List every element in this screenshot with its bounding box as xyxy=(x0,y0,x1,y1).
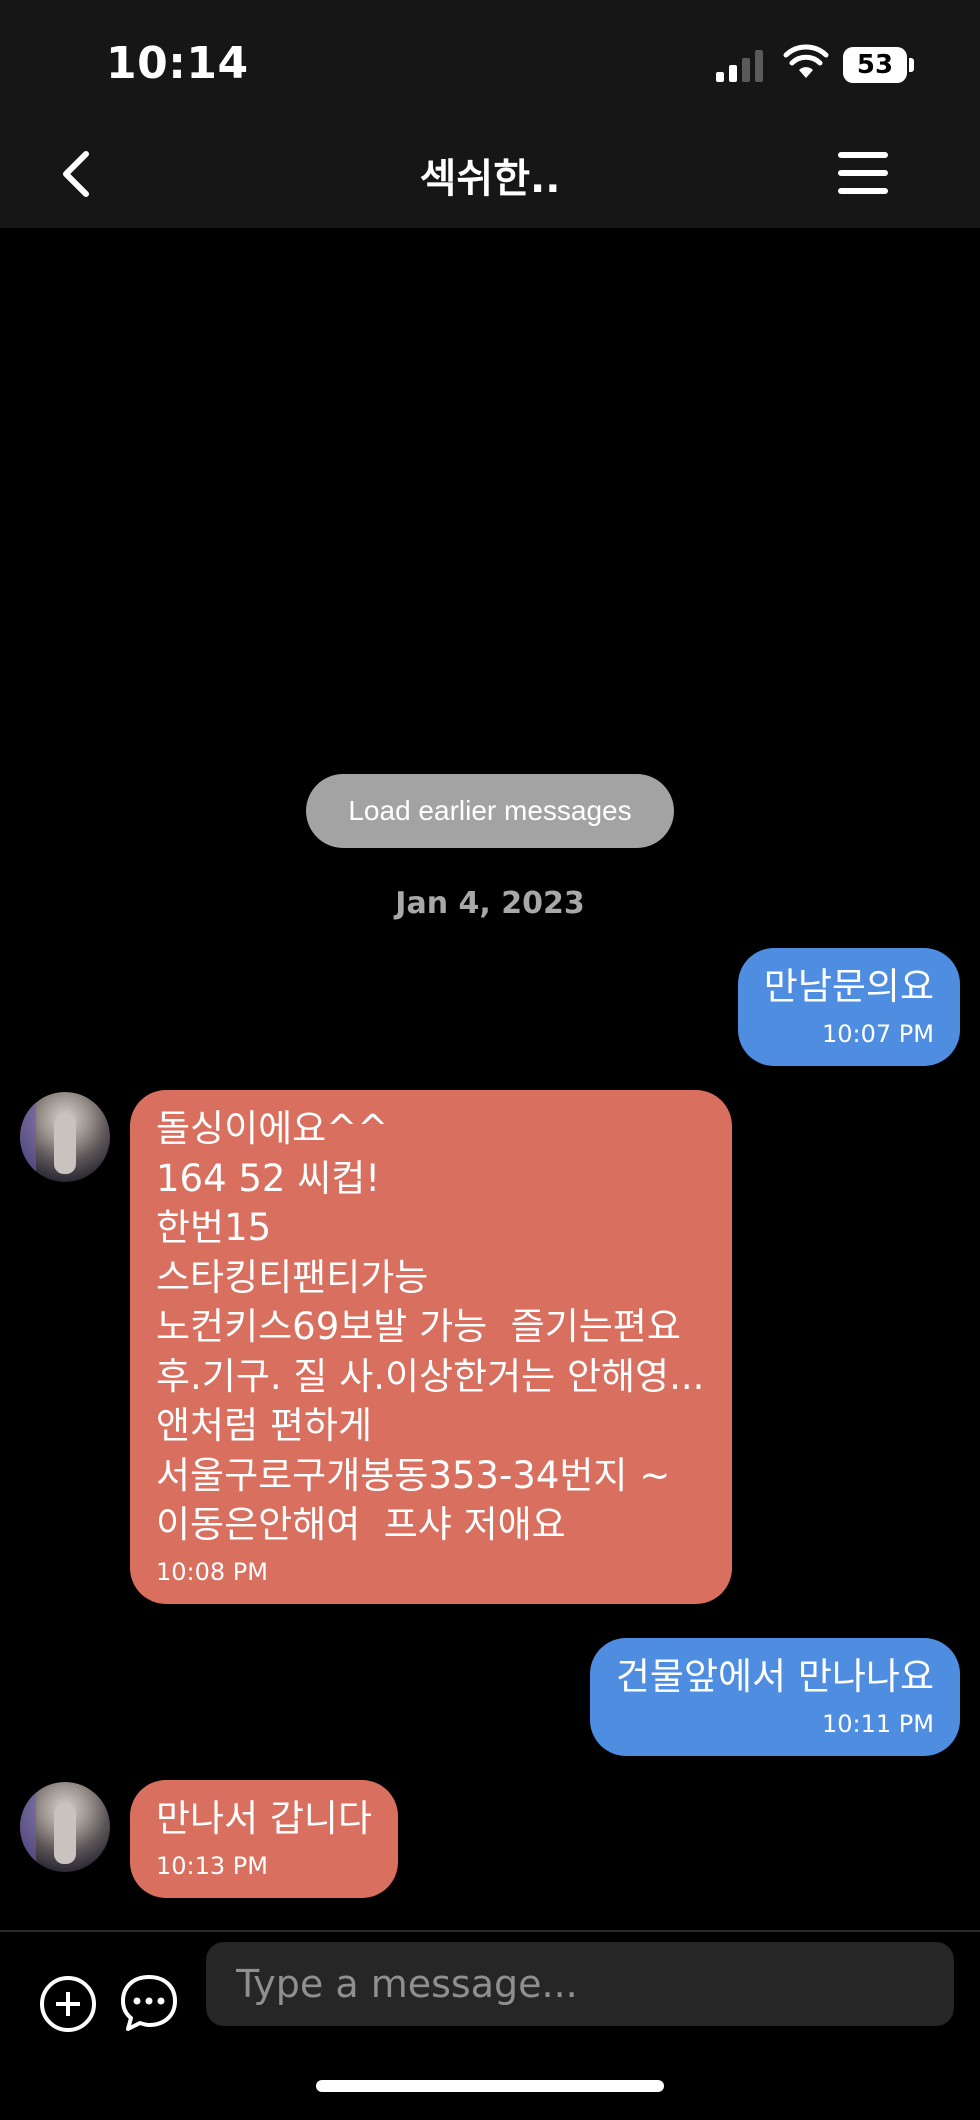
chat-title: 섹쉬한.. xyxy=(419,156,561,202)
battery-icon: 53 xyxy=(843,47,907,83)
message-text: 만나서 갑니다 xyxy=(156,1797,373,1840)
avatar[interactable] xyxy=(20,1782,110,1872)
battery-tip xyxy=(909,58,914,72)
message-bubble-incoming[interactable]: 돌싱이에요^^ 164 52 씨컵! 한번15 스타킹티팬티가능 노컨키스69보… xyxy=(130,1090,732,1604)
back-button[interactable] xyxy=(50,144,110,204)
composer-bar xyxy=(0,1930,980,2120)
menu-button[interactable] xyxy=(836,150,892,198)
message-bubble-outgoing[interactable]: 만남문의요 10:07 PM xyxy=(737,948,960,1066)
message-text: 돌싱이에요^^ 164 52 씨컵! 한번15 스타킹티팬티가능 노컨키스69보… xyxy=(156,1107,705,1546)
status-time: 10:14 xyxy=(106,38,249,89)
status-bar: 10:14 53 xyxy=(0,0,980,120)
message-bubble-outgoing[interactable]: 건물앞에서 만나나요 10:11 PM xyxy=(589,1638,960,1756)
message-text: 건물앞에서 만나나요 xyxy=(615,1655,934,1698)
wifi-icon xyxy=(783,44,829,78)
date-separator: Jan 4, 2023 xyxy=(395,886,585,921)
load-earlier-button[interactable]: Load earlier messages xyxy=(306,774,674,848)
avatar[interactable] xyxy=(20,1092,110,1182)
nav-bar: 섹쉬한.. xyxy=(0,120,980,228)
message-time: 10:11 PM xyxy=(822,1709,934,1738)
cellular-signal-icon xyxy=(716,48,764,82)
chat-bubble-icon[interactable] xyxy=(118,1972,180,2034)
message-input[interactable] xyxy=(206,1942,954,2026)
home-indicator xyxy=(316,2080,664,2092)
message-time: 10:07 PM xyxy=(822,1019,934,1048)
message-time: 10:13 PM xyxy=(156,1851,268,1880)
message-time: 10:08 PM xyxy=(156,1557,268,1586)
message-bubble-incoming[interactable]: 만나서 갑니다 10:13 PM xyxy=(130,1780,399,1898)
plus-circle-icon[interactable] xyxy=(40,1976,96,2032)
message-text: 만남문의요 xyxy=(763,965,934,1008)
